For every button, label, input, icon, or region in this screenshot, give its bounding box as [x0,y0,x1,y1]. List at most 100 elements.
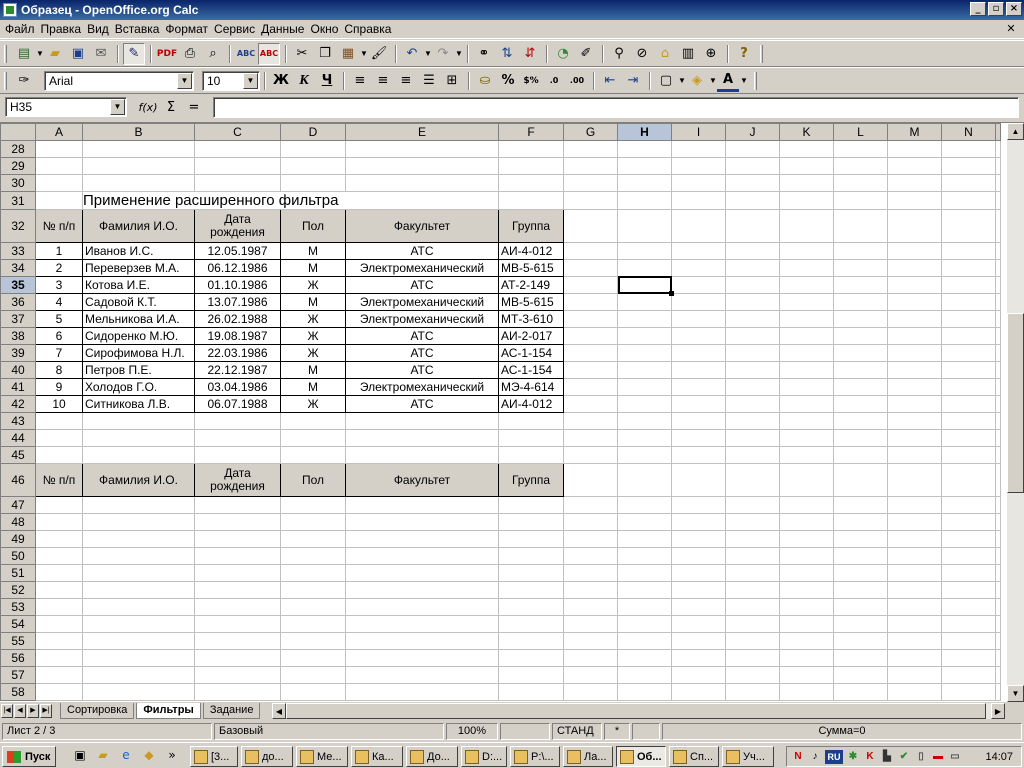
cell[interactable] [833,683,888,701]
toolbar-grip[interactable] [4,44,7,63]
cell-group[interactable]: МЭ-4-614 [498,378,564,396]
cell[interactable] [725,598,780,616]
cell[interactable] [941,293,996,311]
cell[interactable] [671,615,726,633]
cell-faculty[interactable]: Электромеханический [345,293,499,311]
cell[interactable] [833,547,888,565]
cell[interactable] [779,632,834,650]
cell-group[interactable]: МВ-5-615 [498,293,564,311]
cell[interactable] [194,649,281,667]
column-header[interactable]: E [345,123,499,141]
cell[interactable] [725,361,780,379]
toolbar-end-grip[interactable] [754,71,757,90]
cell[interactable] [725,209,780,243]
cell[interactable] [779,140,834,158]
cell[interactable] [35,446,83,464]
cell[interactable] [563,209,618,243]
cell[interactable] [498,429,564,447]
cell[interactable] [887,649,942,667]
cell[interactable] [779,598,834,616]
row-header[interactable]: 42 [0,395,36,413]
cell[interactable] [35,649,83,667]
column-header[interactable]: J [725,123,780,141]
cell[interactable] [280,564,346,582]
cell[interactable] [280,649,346,667]
cell[interactable] [941,581,996,599]
cell[interactable] [995,547,1001,565]
cell-birthdate[interactable]: 22.03.1986 [194,344,281,362]
cell[interactable] [498,446,564,464]
new-dropdown-icon[interactable]: ▼ [36,49,44,58]
row-header[interactable]: 31 [0,191,36,210]
cell[interactable] [563,496,618,514]
cell[interactable] [617,327,672,345]
cell-number[interactable]: 9 [35,378,83,396]
cell[interactable] [779,683,834,701]
cell[interactable] [35,429,83,447]
cell[interactable] [941,547,996,565]
cell[interactable] [617,310,672,328]
row-header[interactable]: 51 [0,564,36,582]
new-document-icon[interactable]: ▤ [13,43,35,65]
cell-sex[interactable]: Ж [280,310,346,328]
cell[interactable] [833,496,888,514]
cell[interactable] [280,615,346,633]
cell[interactable] [82,581,195,599]
cell[interactable] [35,140,83,158]
column-header[interactable]: M [887,123,942,141]
add-decimal-icon[interactable]: .0 [543,70,565,92]
cell-sex[interactable]: М [280,242,346,260]
cell[interactable] [498,581,564,599]
cell-name[interactable]: Сирофимова Н.Л. [82,344,195,362]
help-icon[interactable]: ? [733,43,755,65]
cell[interactable] [35,666,83,684]
cell[interactable] [498,598,564,616]
taskbar-button[interactable]: До... [406,746,458,767]
scroll-up-icon[interactable]: ▲ [1007,123,1024,140]
scroll-down-icon[interactable]: ▼ [1007,685,1024,702]
status-selection-mode[interactable]: СТАНД [552,723,602,740]
cell[interactable] [194,140,281,158]
align-right-icon[interactable]: ≡ [395,70,417,92]
copy-icon[interactable]: ❐ [314,43,336,65]
cell[interactable] [941,598,996,616]
select-all-corner[interactable] [0,123,36,141]
cell[interactable] [35,174,83,192]
edit-mode-icon[interactable]: ✎ [123,42,145,65]
cell[interactable] [779,259,834,277]
cell[interactable] [280,513,346,531]
cell[interactable] [671,632,726,650]
background-color-icon[interactable]: ◈ [686,70,708,92]
cell[interactable] [995,327,1001,345]
cell[interactable] [671,412,726,430]
cell-name[interactable]: Иванов И.С. [82,242,195,260]
cell[interactable] [563,615,618,633]
cell[interactable] [345,446,499,464]
sheet-tab-sort[interactable]: Сортировка [60,703,135,719]
cell[interactable] [617,140,672,158]
cell[interactable] [617,259,672,277]
cell-number[interactable]: 7 [35,344,83,362]
cell[interactable] [35,496,83,514]
cell[interactable] [35,530,83,548]
cell[interactable] [194,547,281,565]
table-header-cell[interactable]: Фамилия И.О. [82,209,195,243]
cell[interactable] [35,157,83,175]
cell[interactable] [779,513,834,531]
cell[interactable] [995,530,1001,548]
cell[interactable] [194,683,281,701]
save-icon[interactable]: ▣ [67,43,89,65]
cell[interactable] [887,344,942,362]
cell[interactable] [194,412,281,430]
cell[interactable] [887,412,942,430]
justify-icon[interactable]: ☰ [418,70,440,92]
cell[interactable] [833,209,888,243]
cell[interactable] [887,513,942,531]
cell[interactable] [35,615,83,633]
hyperlink-icon[interactable]: ⚭ [473,43,495,65]
spreadsheet-grid[interactable]: A B C D E F G H I J K L M N 28 29 30 31 Прим… [0,122,1024,702]
row-header[interactable]: 28 [0,140,36,158]
cell[interactable] [194,174,281,192]
tray-app-icon[interactable]: ✔ [897,750,911,764]
cell[interactable] [941,564,996,582]
